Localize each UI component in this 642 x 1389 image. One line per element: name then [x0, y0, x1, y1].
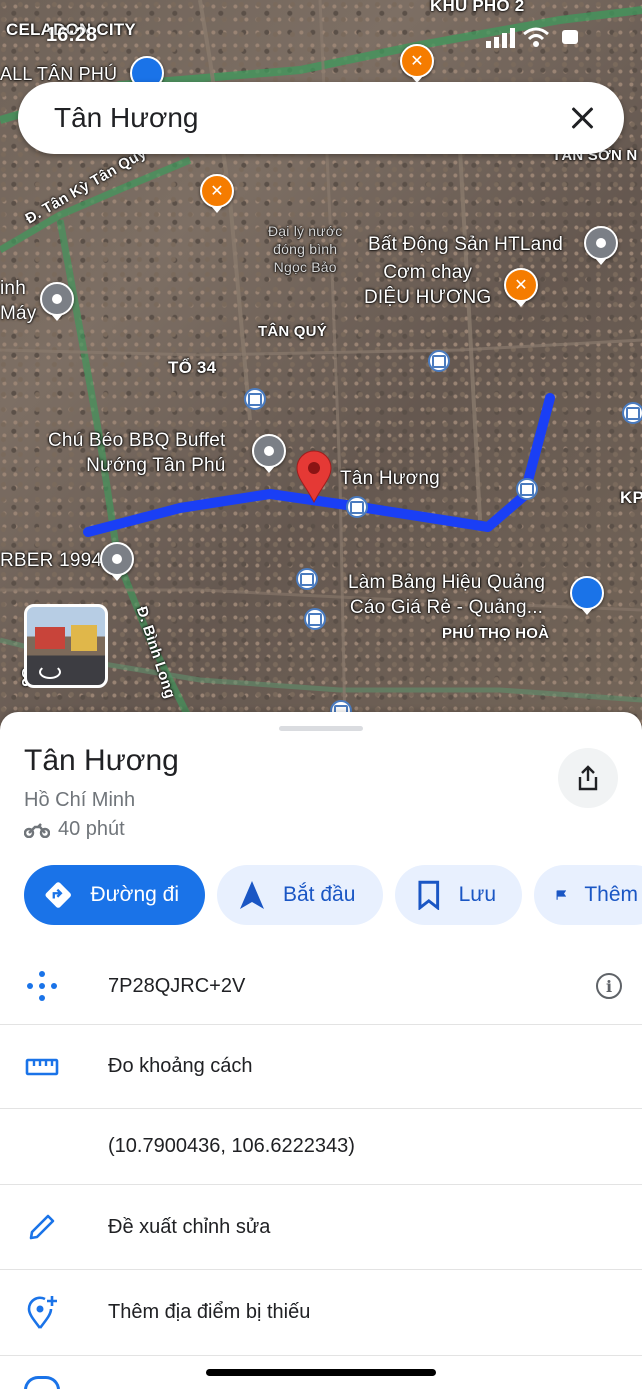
navigation-arrow-icon	[240, 881, 264, 909]
measure-distance-text: Đo khoảng cách	[108, 1055, 253, 1077]
add-label-label: Thêm	[584, 883, 638, 906]
map-area-label: PHÚ THỌ HOÀ	[442, 625, 550, 642]
map-area-label: TỔ 34	[168, 358, 217, 377]
place-label[interactable]: inh Máy	[0, 276, 37, 326]
status-time: 16:28	[46, 24, 98, 46]
flag-icon	[556, 890, 567, 900]
thumbnail-building	[71, 625, 97, 651]
place-marker-icon[interactable]	[584, 226, 618, 260]
bookmark-icon	[418, 880, 440, 910]
place-label[interactable]: Đại lý nước đóng bình Ngọc Bảo	[268, 222, 342, 276]
motorbike-icon	[24, 822, 50, 838]
place-label[interactable]: Làm Bảng Hiệu Quảng Cáo Giá Rẻ - Quảng..…	[348, 570, 545, 620]
measure-distance-row[interactable]: Đo khoảng cách	[0, 1025, 642, 1109]
add-missing-place-row[interactable]: Thêm địa điểm bị thiếu	[0, 1270, 642, 1356]
share-icon	[578, 765, 598, 791]
travel-time-text: 40 phút	[58, 818, 125, 840]
place-label[interactable]: Cơm chay DIỆU HƯƠNG	[364, 260, 491, 310]
share-button[interactable]	[558, 748, 618, 808]
restaurant-marker-icon[interactable]: ✕	[200, 174, 234, 208]
street-view-thumbnail[interactable]	[24, 604, 108, 688]
plus-code-icon	[24, 968, 60, 1004]
ruler-icon	[24, 1049, 60, 1085]
start-label: Bắt đầu	[283, 883, 356, 906]
save-button[interactable]: Lưu	[395, 865, 522, 925]
place-label[interactable]: Tân Hương	[340, 466, 440, 491]
place-label[interactable]: Chú Béo BBQ Buffet Nướng Tân Phú	[48, 428, 226, 478]
directions-label: Đường đi	[90, 883, 179, 906]
drag-handle[interactable]	[279, 726, 363, 731]
suggest-edit-text: Đề xuất chỉnh sửa	[108, 1215, 271, 1238]
bus-stop-icon[interactable]	[296, 568, 318, 590]
wifi-icon	[523, 27, 549, 47]
place-marker-icon[interactable]	[252, 434, 286, 468]
bus-stop-icon[interactable]	[304, 608, 326, 630]
shopping-marker-icon[interactable]	[570, 576, 604, 610]
add-missing-place-text: Thêm địa điểm bị thiếu	[108, 1301, 311, 1323]
status-bar: 16:28	[0, 0, 642, 60]
place-label[interactable]: Bất Động Sản HTLand	[368, 232, 563, 257]
coordinates-text: (10.7900436, 106.6222343)	[108, 1135, 355, 1157]
bus-stop-icon[interactable]	[244, 388, 266, 410]
bus-stop-icon[interactable]	[346, 496, 368, 518]
place-marker-icon[interactable]	[100, 542, 134, 576]
battery-icon	[562, 30, 578, 44]
travel-time: 40 phút	[24, 818, 125, 841]
suggest-edit-row[interactable]: Đề xuất chỉnh sửa	[0, 1185, 642, 1270]
close-icon[interactable]	[562, 98, 602, 138]
map-area-label: KP	[620, 488, 642, 507]
home-indicator[interactable]	[206, 1369, 436, 1376]
signal-icon	[486, 28, 515, 48]
bus-stop-icon[interactable]	[516, 478, 538, 500]
start-button[interactable]: Bắt đầu	[217, 865, 383, 925]
search-bar[interactable]: Tân Hương	[18, 82, 624, 154]
place-sheet[interactable]: Tân Hương Hồ Chí Minh 40 phút Đường đi B…	[0, 712, 642, 1389]
pencil-icon	[24, 1209, 60, 1245]
thumbnail-building	[35, 627, 65, 649]
rotate-360-icon	[39, 665, 61, 679]
save-label: Lưu	[458, 883, 496, 906]
place-title: Tân Hương	[24, 744, 179, 777]
place-subtitle: Hồ Chí Minh	[24, 789, 136, 811]
plus-code-row[interactable]: 7P28QJRC+2V i	[0, 948, 642, 1025]
directions-button[interactable]: Đường đi	[24, 865, 205, 925]
coordinates-row[interactable]: (10.7900436, 106.6222343)	[0, 1109, 642, 1185]
partial-row-icon	[24, 1376, 60, 1389]
plus-code-text: 7P28QJRC+2V	[108, 974, 246, 997]
add-label-button[interactable]: Thêm	[534, 865, 642, 925]
bus-stop-icon[interactable]	[622, 402, 642, 424]
map-area-label: TÂN QUÝ	[258, 323, 327, 340]
directions-icon	[45, 882, 71, 908]
place-label[interactable]: RBER 1994	[0, 548, 102, 573]
action-chips: Đường đi Bắt đầu Lưu Thêm	[24, 865, 642, 925]
restaurant-marker-icon[interactable]: ✕	[504, 268, 538, 302]
search-query[interactable]: Tân Hương	[54, 102, 562, 134]
bus-stop-icon[interactable]	[428, 350, 450, 372]
info-icon[interactable]: i	[596, 973, 622, 999]
add-place-icon	[24, 1295, 60, 1331]
place-marker-icon[interactable]	[40, 282, 74, 316]
